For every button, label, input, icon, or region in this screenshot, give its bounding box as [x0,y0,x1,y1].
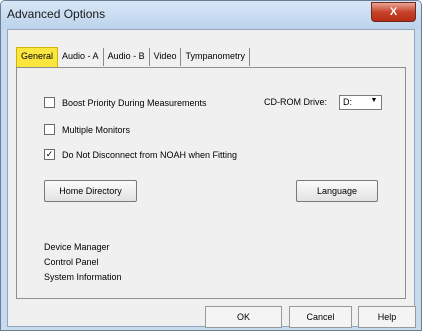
noah-checkbox[interactable]: ✓ [44,149,55,160]
window-title: Advanced Options [7,7,106,21]
multiple-monitors-option[interactable]: Multiple Monitors [44,124,130,135]
boost-priority-option[interactable]: Boost Priority During Measurements [44,97,207,108]
tab-tympanometry[interactable]: Tympanometry [181,48,250,66]
chevron-down-icon[interactable]: ▼ [369,97,379,104]
language-button[interactable]: Language [296,180,378,202]
boost-priority-checkbox[interactable] [44,97,55,108]
close-icon: X [389,6,398,18]
ok-button[interactable]: OK [205,306,282,328]
title-bar: Advanced Options X [1,1,421,29]
tab-general[interactable]: General [16,47,59,67]
cdrom-drive-label: CD-ROM Drive: [264,97,327,107]
home-directory-button[interactable]: Home Directory [44,180,137,202]
device-manager-link[interactable]: Device Manager [44,242,110,252]
boost-priority-label: Boost Priority During Measurements [62,97,207,108]
cancel-button[interactable]: Cancel [289,306,352,328]
advanced-options-window: Advanced Options X General Audio - A Aud… [0,0,422,331]
multiple-monitors-checkbox[interactable] [44,124,55,135]
close-button[interactable]: X [371,2,416,22]
system-information-link[interactable]: System Information [44,272,122,282]
cdrom-drive-select[interactable]: D: ▼ [339,95,382,110]
tab-audio-a[interactable]: Audio - A [58,48,104,66]
cdrom-drive-value: D: [343,97,352,107]
control-panel-link[interactable]: Control Panel [44,257,99,267]
tab-strip: General Audio - A Audio - B Video Tympan… [16,47,250,67]
tab-video[interactable]: Video [149,48,182,66]
help-button[interactable]: Help [358,306,416,328]
dialog-client-area: General Audio - A Audio - B Video Tympan… [7,29,415,327]
noah-label: Do Not Disconnect from NOAH when Fitting [62,149,238,160]
multiple-monitors-label: Multiple Monitors [62,124,131,135]
noah-option[interactable]: ✓ Do Not Disconnect from NOAH when Fitti… [44,149,237,160]
tab-audio-b[interactable]: Audio - B [103,48,150,66]
